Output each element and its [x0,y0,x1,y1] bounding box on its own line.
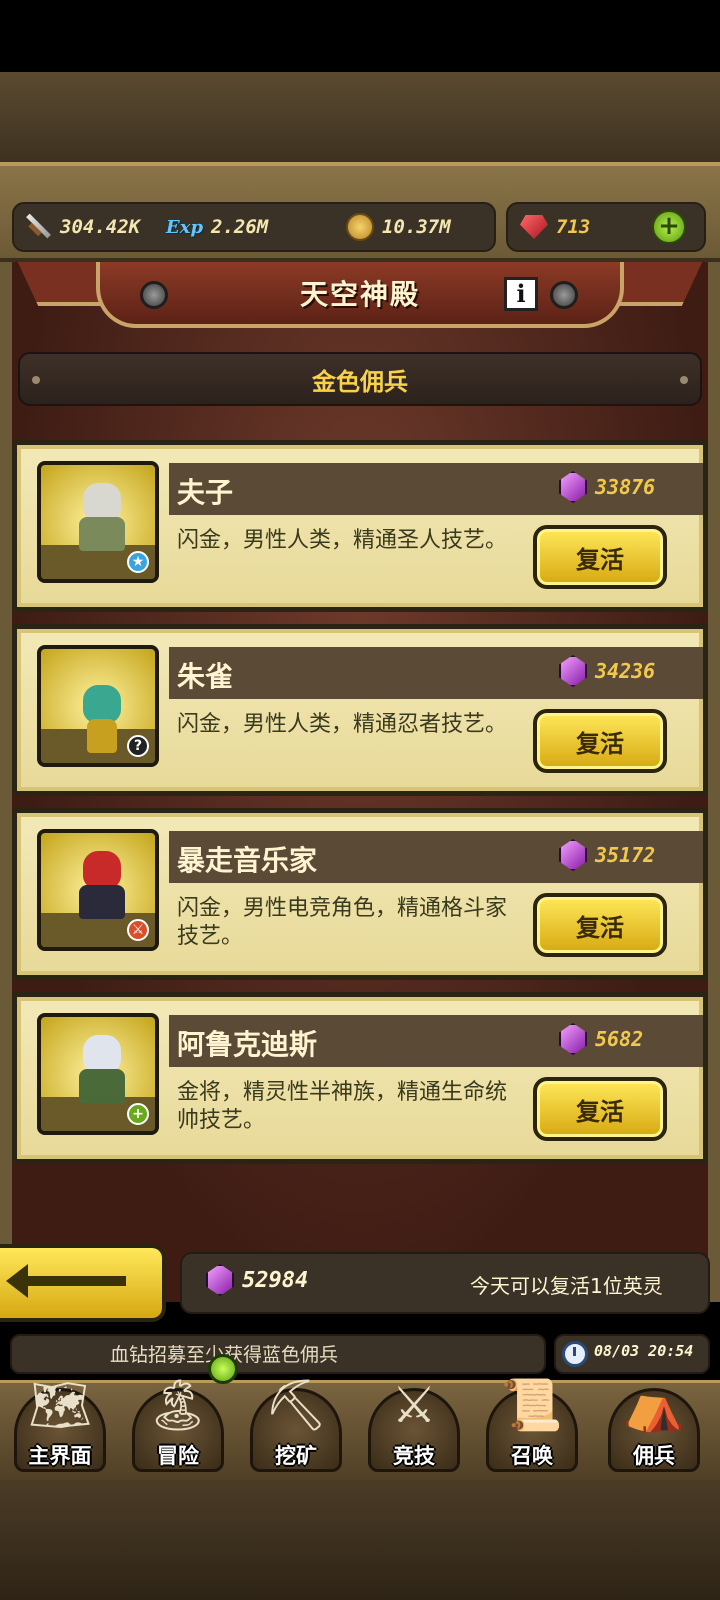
revive-cost: 5682 [559,1023,643,1055]
nav-label: 佣兵 [633,1444,675,1468]
exp-icon: Exp [166,216,204,238]
ruby-resource: 713 [520,210,590,244]
nav-label: 挖矿 [275,1444,317,1468]
class-badge-icon: ★ [127,551,149,573]
sprite-head [83,851,121,889]
hero-name: 暴走音乐家 [177,844,318,877]
hero-description: 闪金，男性人类，精通忍者技艺。 [177,712,508,737]
top-background [0,72,720,162]
class-badge-icon: + [127,1103,149,1125]
attack-resource: 304.42K [24,210,140,244]
nav-mercenary[interactable]: ⛺ 佣兵 [598,1368,710,1478]
sword-icon [24,213,52,241]
nav-label: 召唤 [511,1444,553,1468]
ruby-value: 713 [556,216,591,238]
hero-name: 阿鲁克迪斯 [177,1028,318,1061]
notification-dot [208,1354,238,1384]
bolt-icon [550,281,578,309]
hero-name: 朱雀 [177,660,234,693]
exp-resource: Exp 2.26M [166,210,268,244]
class-badge-icon: ⚔ [127,919,149,941]
gem-icon [559,839,587,871]
cost-value: 33876 [595,475,656,499]
decor-dot [680,376,688,384]
sprite-body [87,719,117,753]
back-arrow-icon [6,1264,126,1298]
gem-icon [206,1264,234,1296]
nav-label: 竞技 [393,1444,435,1468]
coin-icon [346,213,374,241]
sprite-head [83,483,121,521]
gem-icon [559,471,587,503]
cost-value: 35172 [595,843,656,867]
gem-icon [559,1023,587,1055]
ruby-icon [520,215,548,239]
revive-button[interactable]: 复活 [533,525,667,589]
decor-dot [32,376,40,384]
coin-resource: 10.37M [346,210,451,244]
revive-button[interactable]: 复活 [533,1077,667,1141]
revive-cost: 34236 [559,655,655,687]
cost-value: 34236 [595,659,656,683]
title-banner: 天空神殿 [96,262,624,328]
revive-cost: 35172 [559,839,655,871]
revive-cost: 33876 [559,471,655,503]
hero-card: + 阿鲁克迪斯 5682 金将，精灵性半神族，精通生命统帅技艺。 复活 [12,992,708,1164]
hero-description: 闪金，男性人类，精通圣人技艺。 [177,528,508,553]
gem-balance: 52984 [206,1264,308,1296]
sprite-body [79,885,125,919]
sprite-head [83,685,121,723]
hero-card: ? 朱雀 34236 闪金，男性人类，精通忍者技艺。 复活 [12,624,708,796]
hero-portrait: + [37,1013,159,1135]
nav-label: 主界面 [28,1444,92,1468]
class-badge-icon: ? [127,735,149,757]
hero-portrait: ★ [37,461,159,583]
section-header: 金色佣兵 [18,352,702,406]
nav-mining[interactable]: ⛏ 挖矿 [240,1368,352,1478]
hero-sprite [79,1035,125,1105]
summon-scroll-icon: 📜 [500,1376,564,1434]
nav-adventure[interactable]: 🏝 冒险 [122,1368,234,1478]
exp-value: 2.26M [211,216,269,238]
add-ruby-button[interactable]: + [652,210,686,244]
pickaxe-icon: ⛏ [264,1376,328,1434]
revive-button[interactable]: 复活 [533,709,667,773]
hero-card: ★ 夫子 33876 闪金，男性人类，精通圣人技艺。 复活 [12,440,708,612]
page-title: 天空神殿 [299,278,420,311]
revive-button[interactable]: 复活 [533,893,667,957]
hero-card: ⚔ 暴走音乐家 35172 闪金，男性电竞角色，精通格斗家技艺。 复活 [12,808,708,980]
attack-value: 304.42K [60,216,141,238]
status-bar-area [0,0,720,72]
datetime: 08/03 20:54 [594,1342,694,1360]
gem-icon [559,655,587,687]
nav-summon[interactable]: 📜 召唤 [476,1368,588,1478]
hero-sprite [79,483,125,553]
sprite-body [79,1069,125,1103]
hero-name: 夫子 [177,476,234,509]
nav-label: 冒险 [157,1444,199,1468]
crossed-swords-icon: ⚔ [391,1376,437,1434]
sprite-head [83,1035,121,1073]
info-icon[interactable]: i [504,277,538,311]
back-button[interactable] [0,1244,166,1322]
revive-info: 今天可以复活1位英灵 [470,1274,663,1298]
hero-portrait: ? [37,645,159,767]
hero-description: 金将，精灵性半神族，精通生命统帅技艺。 [177,1080,508,1133]
bottom-background [0,1480,720,1600]
coin-value: 10.37M [382,216,451,238]
section-title: 金色佣兵 [312,367,408,396]
nav-home[interactable]: 🗺 主界面 [4,1368,116,1478]
hero-description: 闪金，男性电竞角色，精通格斗家技艺。 [177,896,508,949]
gem-balance-value: 52984 [242,1267,309,1293]
bolt-icon [140,281,168,309]
cost-value: 5682 [595,1027,644,1051]
nav-arena[interactable]: ⚔ 竞技 [358,1368,470,1478]
map-scroll-icon: 🗺 [28,1376,92,1434]
clock-icon [562,1341,588,1367]
hero-sprite [79,851,125,921]
tent-icon: ⛺ [622,1376,686,1434]
hero-portrait: ⚔ [37,829,159,951]
sprite-body [79,517,125,551]
hero-sprite [79,667,125,753]
